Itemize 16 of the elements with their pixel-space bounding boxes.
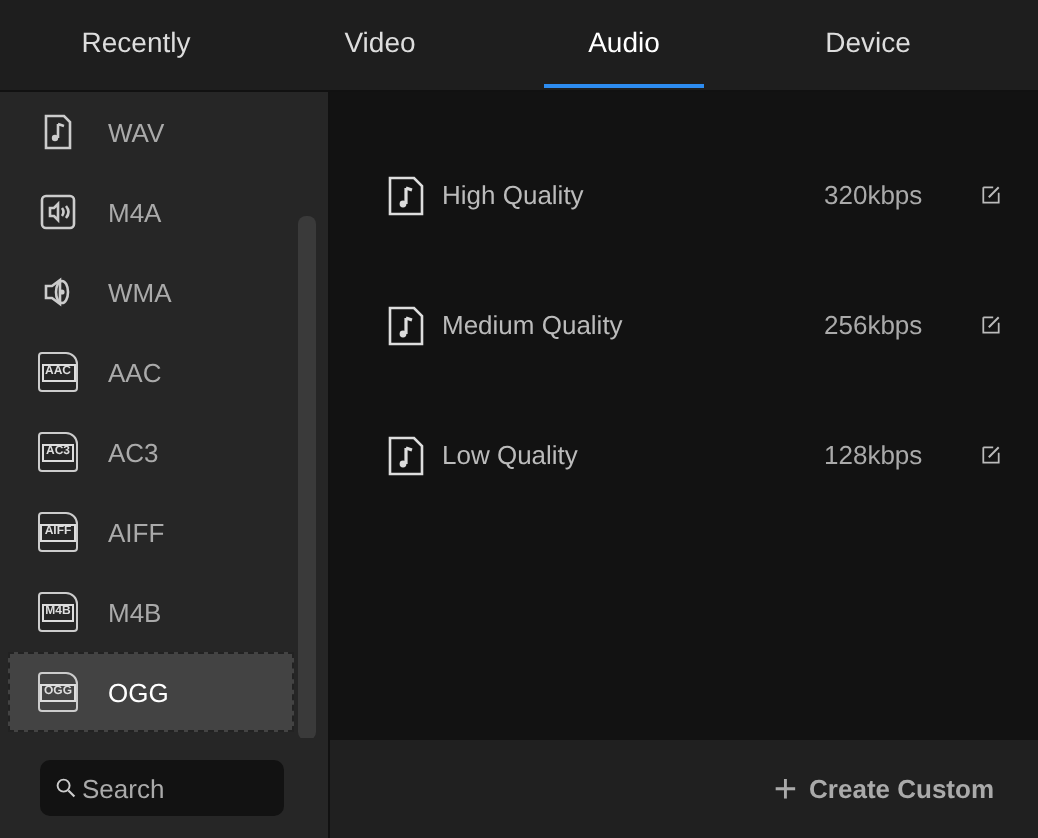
- bitrate: 128kbps: [824, 440, 925, 470]
- plus-icon: +: [773, 769, 798, 809]
- bitrate: 256kbps: [824, 310, 925, 340]
- format-item[interactable]: M4A: [8, 172, 294, 252]
- tab[interactable]: Device: [746, 0, 990, 88]
- tab[interactable]: Audio: [544, 0, 704, 88]
- tab[interactable]: Recently: [14, 0, 258, 88]
- preset-name: Low Quality: [442, 440, 580, 470]
- preset-name: High Quality: [442, 180, 586, 210]
- preset-name: Medium Quality: [442, 310, 625, 340]
- format-item[interactable]: WMA: [8, 252, 294, 332]
- search-field[interactable]: Search: [40, 760, 284, 816]
- create-custom-button[interactable]: + Create Custom: [769, 765, 998, 813]
- format-item[interactable]: WAV: [8, 92, 294, 172]
- bitrate: 320kbps: [824, 180, 925, 210]
- tab[interactable]: Video: [258, 0, 502, 88]
